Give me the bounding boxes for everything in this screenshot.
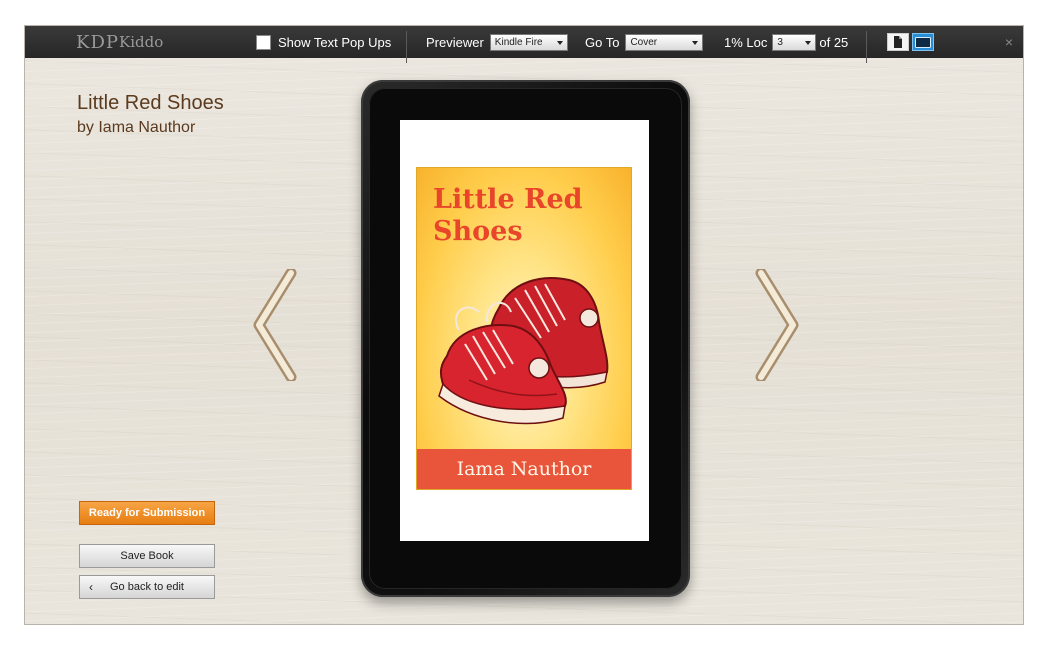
single-page-view-button[interactable] (887, 33, 909, 51)
chevron-right-icon (755, 267, 799, 383)
location-select-value: 3 (777, 36, 783, 48)
go-back-to-edit-button[interactable]: ‹ Go back to edit (79, 575, 215, 599)
book-cover: Little Red Shoes Iama Nauthor (417, 168, 631, 489)
chevron-down-icon (805, 40, 812, 45)
red-shoes-illustration (438, 277, 609, 425)
go-back-label: Go back to edit (110, 581, 184, 593)
ready-for-submission-button[interactable]: Ready for Submission (79, 501, 215, 525)
show-popups-toggle[interactable]: Show Text Pop Ups (256, 26, 391, 58)
chevron-left-icon: ‹ (89, 580, 93, 594)
previewer-label: Previewer (426, 34, 484, 50)
previous-page-button[interactable] (251, 267, 301, 383)
save-book-button[interactable]: Save Book (79, 544, 215, 568)
show-popups-checkbox[interactable] (256, 34, 271, 50)
chevron-down-icon (692, 40, 699, 45)
location-total: of 25 (819, 34, 849, 50)
location-control: 1% Loc 3 of 25 (724, 26, 848, 58)
previewer-window: KDP Kiddo Show Text Pop Ups Previewer Kin… (24, 25, 1024, 625)
next-page-button[interactable] (751, 267, 801, 383)
tablet-icon (915, 36, 931, 48)
app-logo: KDP Kiddo (76, 26, 163, 58)
single-page-icon (894, 36, 902, 48)
show-popups-label: Show Text Pop Ups (278, 34, 392, 50)
cover-author-band: Iama Nauthor (417, 449, 631, 489)
close-icon[interactable]: × (1005, 26, 1013, 58)
progress-text: 1% Loc (724, 34, 768, 50)
goto-select[interactable]: Cover (625, 33, 704, 51)
logo-main: KDP (76, 31, 119, 53)
previewer-select-value: Kindle Fire (494, 36, 543, 48)
book-title: Little Red Shoes (77, 92, 224, 114)
goto-control: Go To Cover (585, 26, 704, 58)
toolbar-divider (866, 31, 867, 63)
chevron-down-icon (556, 40, 563, 45)
book-byline: by Iama Nauthor (77, 119, 196, 136)
location-select[interactable]: 3 (772, 33, 817, 51)
chevron-left-icon (253, 267, 297, 383)
kindle-fire-device: Little Red Shoes Iama Nauthor (361, 80, 690, 597)
cover-author: Iama Nauthor (456, 458, 592, 480)
previewer-select[interactable]: Kindle Fire (489, 33, 568, 51)
goto-select-value: Cover (630, 36, 658, 48)
toolbar-divider (406, 31, 407, 63)
logo-sub: Kiddo (119, 33, 164, 51)
tablet-view-button[interactable] (912, 33, 934, 51)
view-mode-group (887, 26, 934, 58)
toolbar: KDP Kiddo Show Text Pop Ups Previewer Kin… (25, 26, 1023, 63)
previewer-control: Previewer Kindle Fire (426, 26, 568, 58)
device-screen: Little Red Shoes Iama Nauthor (400, 120, 649, 541)
goto-label: Go To (585, 34, 620, 50)
cover-title: Little Red Shoes (433, 184, 583, 247)
